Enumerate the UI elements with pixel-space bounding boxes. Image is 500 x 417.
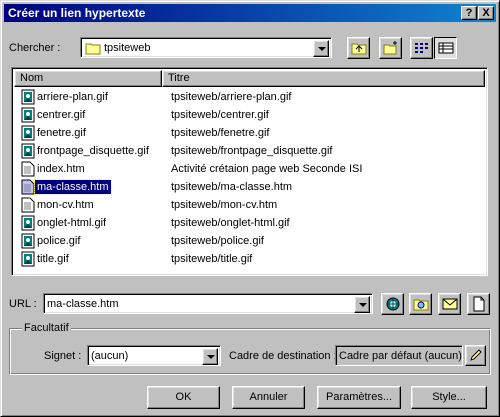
- file-name: index.htm: [37, 163, 85, 175]
- edit-target-button[interactable]: [465, 345, 486, 366]
- file-row[interactable]: frontpage_disquette.gif tpsiteweb/frontpa…: [14, 142, 484, 160]
- target-value: Cadre par défaut (aucun): [339, 350, 462, 362]
- file-name: fenetre.gif: [37, 127, 86, 139]
- image-file-icon: [21, 251, 35, 267]
- file-title: tpsiteweb/onglet-html.gif: [171, 217, 290, 229]
- optional-legend: Facultatif: [22, 322, 71, 335]
- url-label: URL :: [9, 298, 37, 310]
- signet-dropdown-arrow[interactable]: [202, 348, 218, 365]
- file-name: onglet-html.gif: [37, 217, 107, 229]
- browse-file-button[interactable]: [409, 293, 432, 315]
- browse-web-button[interactable]: [381, 293, 404, 315]
- up-folder-button[interactable]: [347, 37, 370, 59]
- file-title: tpsiteweb/police.gif: [171, 235, 264, 247]
- file-name: arriere-plan.gif: [37, 91, 108, 103]
- chevron-down-icon: [359, 303, 367, 307]
- window-title: Créer un lien hypertexte: [8, 6, 146, 20]
- list-view-icon: [415, 43, 428, 53]
- title-bar: Créer un lien hypertexte ? X: [4, 4, 496, 22]
- new-page-icon: [473, 296, 485, 312]
- column-header-titre[interactable]: Titre: [162, 70, 485, 87]
- url-field[interactable]: ma-classe.htm: [43, 293, 373, 314]
- style-button[interactable]: Style...: [411, 386, 487, 409]
- email-link-button[interactable]: [438, 293, 461, 315]
- folder-value: tpsiteweb: [104, 42, 151, 54]
- file-name: police.gif: [37, 235, 81, 247]
- html-file-icon: [21, 179, 35, 195]
- image-file-icon: [21, 233, 35, 249]
- image-file-icon: [21, 125, 35, 141]
- help-button[interactable]: ?: [461, 6, 477, 20]
- file-list[interactable]: Nom Titre arriere-plan.gif tpsiteweb/arri…: [11, 67, 488, 276]
- file-row[interactable]: mon-cv.htm tpsiteweb/mon-cv.htm: [14, 196, 484, 214]
- file-row[interactable]: police.gif tpsiteweb/police.gif: [14, 232, 484, 250]
- pencil-icon: [470, 349, 482, 361]
- file-row[interactable]: arriere-plan.gif tpsiteweb/arriere-plan.g…: [14, 88, 484, 106]
- ok-button[interactable]: OK: [147, 386, 220, 409]
- column-header-nom[interactable]: Nom: [14, 70, 162, 87]
- envelope-icon: [442, 298, 458, 310]
- up-folder-icon: [351, 43, 367, 55]
- file-title: tpsiteweb/ma-classe.htm: [171, 181, 293, 193]
- folder-icon: [85, 43, 101, 55]
- new-folder-button[interactable]: [379, 37, 402, 59]
- folder-dropdown-arrow[interactable]: [313, 40, 329, 57]
- close-button[interactable]: X: [478, 6, 494, 20]
- html-file-icon: [21, 161, 35, 177]
- params-button[interactable]: Paramètres...: [317, 386, 401, 409]
- file-name: frontpage_disquette.gif: [37, 145, 149, 157]
- file-title: tpsiteweb/mon-cv.htm: [171, 199, 278, 211]
- file-title: tpsiteweb/fenetre.gif: [171, 127, 270, 139]
- file-title: tpsiteweb/title.gif: [171, 253, 253, 265]
- html-file-icon: [21, 197, 35, 213]
- details-view-icon: [438, 42, 454, 54]
- url-dropdown-arrow[interactable]: [354, 296, 370, 313]
- new-page-button[interactable]: [467, 293, 490, 315]
- file-title: tpsiteweb/frontpage_disquette.gif: [171, 145, 333, 157]
- search-label: Chercher :: [9, 42, 61, 54]
- file-row[interactable]: fenetre.gif tpsiteweb/fenetre.gif: [14, 124, 484, 142]
- signet-label: Signet :: [44, 350, 82, 362]
- file-name: mon-cv.htm: [37, 199, 94, 211]
- file-name: title.gif: [37, 253, 69, 265]
- new-folder-icon: [383, 41, 397, 55]
- chevron-down-icon: [318, 47, 326, 51]
- file-row[interactable]: title.gif tpsiteweb/title.gif: [14, 250, 484, 268]
- file-row[interactable]: onglet-html.gif tpsiteweb/onglet-html.gif: [14, 214, 484, 232]
- optional-group: Facultatif Signet : (aucun) Cadre de des…: [9, 322, 491, 375]
- chevron-down-icon: [207, 355, 215, 359]
- file-row[interactable]: index.htm Activité crétaion page web Seco…: [14, 160, 484, 178]
- dialog-window: Créer un lien hypertexte ? X Chercher : …: [0, 0, 500, 417]
- globe-icon: [386, 297, 400, 311]
- target-field: Cadre par défaut (aucun): [335, 345, 463, 366]
- file-title: Activité crétaion page web Seconde ISI: [171, 163, 363, 175]
- list-view-button[interactable]: [410, 37, 433, 59]
- signet-select[interactable]: (aucun): [87, 345, 221, 366]
- file-name: ma-classe.htm: [34, 179, 112, 195]
- image-file-icon: [21, 89, 35, 105]
- folder-select[interactable]: tpsiteweb: [80, 37, 332, 58]
- url-value: ma-classe.htm: [47, 298, 119, 310]
- file-title: tpsiteweb/arriere-plan.gif: [171, 91, 292, 103]
- file-row[interactable]: ma-classe.htm tpsiteweb/ma-classe.htm: [14, 178, 484, 196]
- cancel-button[interactable]: Annuler: [232, 386, 305, 409]
- image-file-icon: [21, 107, 35, 123]
- file-name: centrer.gif: [37, 109, 86, 121]
- file-search-icon: [413, 299, 429, 311]
- file-row[interactable]: centrer.gif tpsiteweb/centrer.gif: [14, 106, 484, 124]
- file-title: tpsiteweb/centrer.gif: [171, 109, 269, 121]
- target-label: Cadre de destination :: [229, 350, 337, 362]
- signet-value: (aucun): [91, 350, 129, 362]
- details-view-button[interactable]: [434, 37, 457, 59]
- image-file-icon: [21, 143, 35, 159]
- image-file-icon: [21, 215, 35, 231]
